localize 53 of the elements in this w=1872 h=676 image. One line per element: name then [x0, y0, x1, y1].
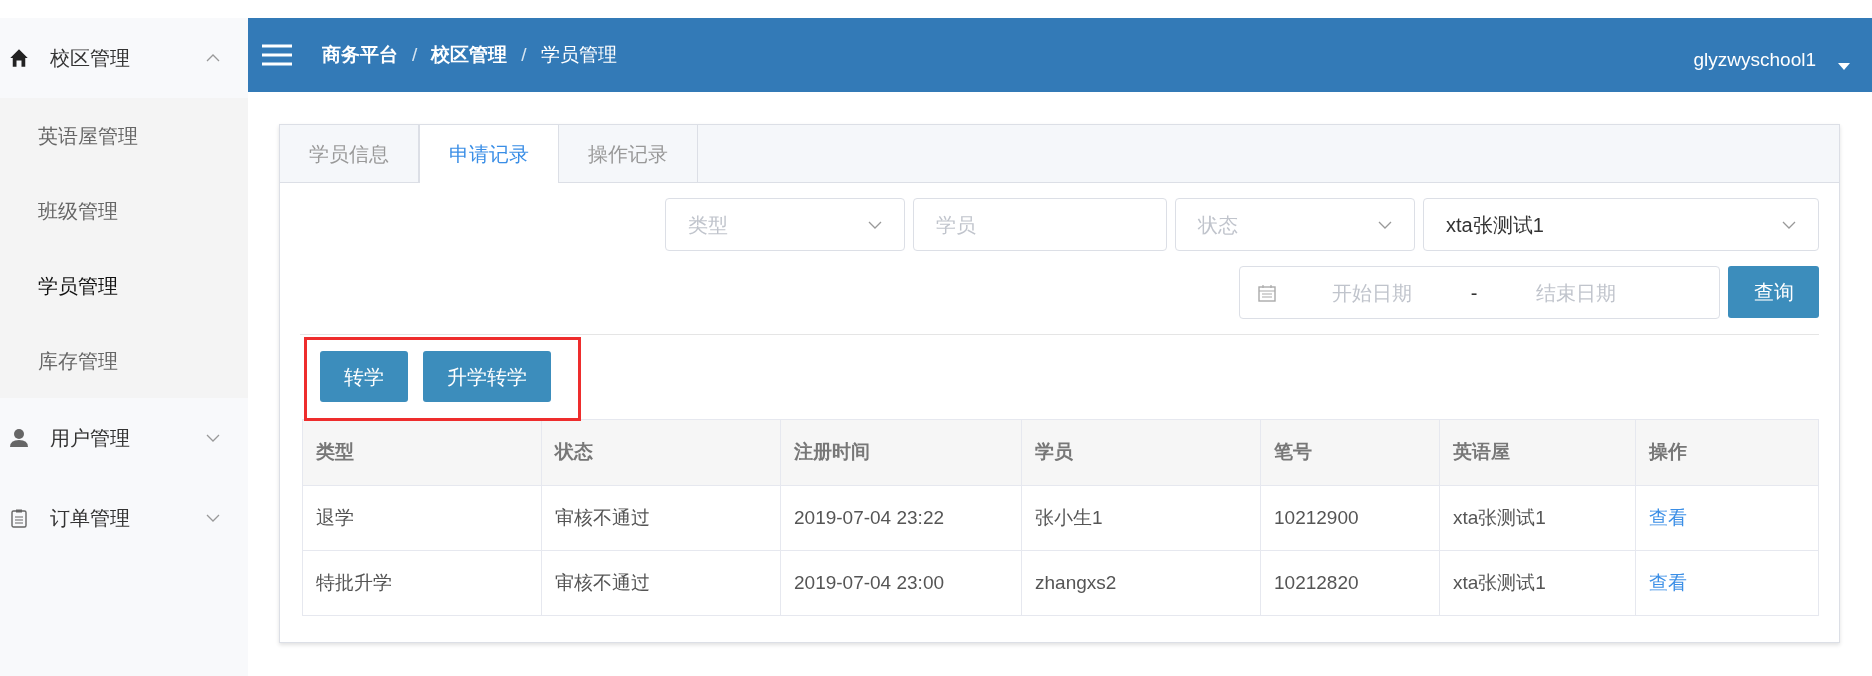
- caret-icon[interactable]: [1838, 62, 1850, 70]
- chevron-icon: [1378, 220, 1392, 229]
- chevron-icon: [206, 514, 220, 522]
- action-button[interactable]: 升学转学: [423, 351, 551, 402]
- table-cell-text: xta张测试1: [1453, 505, 1546, 530]
- table-cell-text: 10212900: [1274, 505, 1359, 530]
- breadcrumb-item[interactable]: 校区管理: [431, 40, 508, 70]
- user-icon: [9, 428, 29, 448]
- view-link[interactable]: 查看: [1649, 568, 1687, 598]
- sidebar-item[interactable]: 库存管理: [0, 323, 248, 398]
- chevron-icon: [868, 220, 882, 229]
- column-header: 学员: [1022, 420, 1261, 485]
- clipboard-icon: [11, 508, 27, 528]
- table-cell-text: 特批升学: [316, 570, 392, 595]
- table-cell-text: 2019-07-04 23:22: [794, 505, 944, 530]
- view-link[interactable]: 查看: [1649, 503, 1687, 533]
- sidebar-group[interactable]: 校区管理: [0, 18, 248, 98]
- user-menu[interactable]: glyzwyschool1: [1693, 45, 1816, 75]
- home-icon: [9, 48, 29, 68]
- breadcrumb-separator: /: [521, 42, 527, 67]
- table-cell-text: 退学: [316, 505, 354, 530]
- table-cell-text: 张小生1: [1035, 505, 1103, 530]
- column-header: 注册时间: [781, 420, 1022, 485]
- table-cell-text: 审核不通过: [555, 505, 650, 530]
- menu-icon[interactable]: [262, 44, 292, 66]
- chevron-icon: [206, 434, 220, 442]
- sidebar-item[interactable]: 学员管理: [0, 248, 248, 323]
- table-cell-text: 2019-07-04 23:00: [794, 570, 944, 595]
- chevron-icon: [1782, 220, 1796, 229]
- action-button[interactable]: 转学: [320, 351, 408, 402]
- date-range-field[interactable]: 开始日期 - 结束日期: [1239, 266, 1720, 319]
- calendar-icon: [1258, 283, 1276, 302]
- breadcrumb-item[interactable]: 商务平台: [322, 40, 398, 70]
- column-header: 操作: [1647, 440, 1688, 465]
- breadcrumb-item: 学员管理: [540, 42, 617, 67]
- table-cell-text: 审核不通过: [555, 570, 650, 595]
- table-cell-text: zhangxs2: [1035, 570, 1117, 595]
- sidebar-item[interactable]: 班级管理: [0, 173, 248, 248]
- select-field[interactable]: xta张测试1: [1423, 198, 1819, 251]
- column-header: 类型: [303, 420, 542, 485]
- table-cell-text: xta张测试1: [1453, 570, 1546, 595]
- sidebar-group[interactable]: 订单管理: [0, 478, 248, 558]
- chevron-icon: [206, 54, 220, 62]
- tab[interactable]: 操作记录: [559, 125, 698, 182]
- sidebar-group[interactable]: 用户管理: [0, 398, 248, 478]
- query-button[interactable]: 查询: [1728, 266, 1819, 318]
- column-header: 英语屋: [1440, 420, 1636, 485]
- breadcrumb-separator: /: [412, 42, 418, 67]
- sidebar-item[interactable]: 英语屋管理: [0, 98, 248, 173]
- table-cell-text: 10212820: [1274, 570, 1359, 595]
- column-header: 状态: [542, 420, 781, 485]
- column-header: 笔号: [1261, 420, 1440, 485]
- tab[interactable]: 申请记录: [419, 125, 559, 183]
